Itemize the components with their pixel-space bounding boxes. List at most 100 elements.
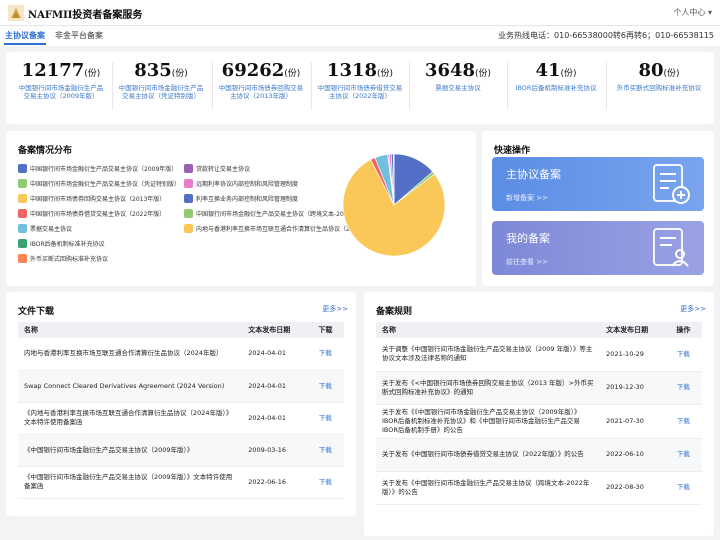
row-name: 关于发布《<中国银行间市场债券回购交易主协议（2013 年版）>外币买断式回购标… [376, 371, 601, 405]
table-row: 《中国银行间市场金融衍生产品交易主协议（2009年版）》文本特许使用备案函 202… [18, 466, 344, 499]
legend-color-swatch [18, 224, 27, 233]
column-header-download: 下载 [306, 322, 344, 338]
download-link[interactable]: 下载 [319, 414, 332, 422]
stat-value: 80(份) [638, 60, 680, 81]
legend-color-swatch [18, 254, 27, 263]
my-filings-card[interactable]: 我的备案 前往查看 >> [492, 221, 704, 275]
legend-color-swatch [184, 209, 193, 218]
row-date: 2024-04-01 [242, 370, 307, 403]
row-name: 《内地与香港利率互换市场互联互通合作清算衍生品协议（2024年版）》文本特许使用… [18, 402, 243, 435]
legend-item[interactable]: 中国银行间市场债券借贷交易主协议（2022年版） [18, 209, 165, 218]
stat-item[interactable]: 80(份) 外币买断式回购标准补充协议 [610, 60, 708, 118]
row-action-cell: 下载 [306, 402, 344, 435]
row-date: 2024-04-01 [242, 402, 307, 435]
download-link[interactable]: 下载 [319, 446, 332, 454]
row-name: 关于发布《中国银行间市场金融衍生产品交易主协议（跨境文本-2022年版）》的公告 [376, 471, 601, 505]
download-link[interactable]: 下载 [319, 382, 332, 390]
stat-label: 中国银行间市场金融衍生产品交易主协议（凭证特别版） [118, 84, 204, 100]
stat-label: 票据交易主协议 [435, 84, 481, 92]
row-name: 关于发布《中国银行间市场债券借贷交易主协议（2022年版）》的公告 [376, 438, 601, 472]
legend-label: 中国银行间市场金融衍生产品交易主协议（2009年版） [30, 166, 178, 173]
column-header-date: 文本发布日期 [242, 322, 307, 338]
row-action-cell: 下载 [664, 371, 702, 405]
legend-item[interactable]: IBOR后备机制标准补充协议 [18, 239, 105, 248]
quick-actions-title: 快速操作 [494, 146, 531, 156]
stat-item[interactable]: 41(份) IBOR后备机制标准补充协议 [507, 60, 605, 118]
stat-value: 1318(份) [326, 60, 394, 81]
download-link[interactable]: 下载 [677, 350, 690, 358]
document-add-icon [653, 164, 690, 204]
legend-label: IBOR后备机制标准补充协议 [30, 241, 105, 248]
file-download-more-link[interactable]: 更多>> [322, 304, 348, 314]
filing-rules-panel: 备案规则 更多>> 名称 文本发布日期 操作 关于调整《中国银行间市场金融衍生产… [364, 292, 714, 536]
legend-color-swatch [184, 179, 193, 188]
legend-label: 中国银行间市场金融衍生产品交易主协议（凭证特别版） [30, 181, 181, 188]
stat-item[interactable]: 3648(份) 票据交易主协议 [409, 60, 507, 118]
active-tab-indicator [4, 43, 46, 45]
legend-color-swatch [18, 164, 27, 173]
stat-label: 中国银行间市场债券借贷交易主协议（2022年版） [317, 84, 403, 100]
user-center-menu[interactable]: 个人中心 ▾ [673, 7, 712, 18]
legend-color-swatch [184, 224, 193, 233]
stat-label: 中国银行间市场债券回购交易主协议（2013年版） [218, 84, 304, 100]
view-filings-link[interactable]: 前往查看 >> [506, 257, 548, 267]
legend-label: 中国银行间市场债券借贷交易主协议（2022年版） [30, 211, 166, 218]
legend-item[interactable]: 中国银行间市场金融衍生产品交易主协议（凭证特别版） [18, 179, 180, 188]
table-row: 关于发布《中国银行间市场债券借贷交易主协议（2022年版）》的公告 2022-06… [376, 438, 702, 472]
new-filing-link[interactable]: 新增备案 >> [506, 193, 548, 203]
filing-rules-more-link[interactable]: 更多>> [680, 304, 706, 314]
legend-label: 中国银行间市场债券回购交易主协议（2013年版） [30, 196, 166, 203]
legend-label: 票据交易主协议 [30, 226, 73, 233]
legend-color-swatch [18, 194, 27, 203]
stat-item[interactable]: 12177(份) 中国银行间市场金融衍生产品交易主协议（2009年版） [12, 60, 110, 118]
table-row: 关于调整《中国银行间市场金融衍生产品交易主协议（2009 年版）》等主协议文本涉… [376, 338, 702, 372]
row-action-cell: 下载 [664, 438, 702, 472]
row-date: 2021-07-30 [600, 404, 665, 439]
column-header-date: 文本发布日期 [600, 322, 665, 338]
distribution-title: 备案情况分布 [18, 146, 73, 156]
download-link[interactable]: 下载 [677, 450, 690, 458]
legend-item[interactable]: 中国银行间市场债券回购交易主协议（2013年版） [18, 194, 165, 203]
stat-value: 41(份) [535, 60, 577, 81]
legend-color-swatch [18, 239, 27, 248]
download-link[interactable]: 下载 [677, 383, 690, 391]
row-action-cell: 下载 [664, 338, 702, 372]
table-row: Swap Connect Cleared Derivatives Agreeme… [18, 370, 344, 403]
stat-label: 外币买断式回购标准补充协议 [616, 84, 702, 92]
row-name: 《中国银行间市场金融衍生产品交易主协议（2009年版）》 [18, 434, 243, 467]
tab-main-agreement[interactable]: 主协议备案 [5, 30, 45, 41]
row-action-cell: 下载 [306, 338, 344, 371]
legend-item[interactable]: 中国银行间市场金融衍生产品交易主协议（2009年版） [18, 164, 177, 173]
row-action-cell: 下载 [306, 466, 344, 499]
column-header-action: 操作 [664, 322, 702, 338]
table-header-row: 名称 文本发布日期 操作 [376, 322, 702, 338]
table-row: 关于发布《<中国银行间市场债券回购交易主协议（2013 年版）>外币买断式回购标… [376, 371, 702, 405]
legend-item[interactable]: 远期利率协议内部控制和风险管理制度 [184, 179, 298, 188]
stat-item[interactable]: 1318(份) 中国银行间市场债券借贷交易主协议（2022年版） [311, 60, 409, 118]
legend-item[interactable]: 利率互换业务内部控制和风险管理制度 [184, 194, 298, 203]
main-agreement-filing-card[interactable]: 主协议备案 新增备案 >> [492, 157, 704, 211]
download-link[interactable]: 下载 [677, 483, 690, 491]
table-row: 《内地与香港利率互换市场互联互通合作清算衍生品协议（2024年版）》文本特许使用… [18, 402, 344, 435]
legend-item[interactable]: 贷款转让交易主协议 [184, 164, 250, 173]
tab-non-financial-platform[interactable]: 非金平台备案 [55, 30, 103, 41]
table-row: 内地与香港利率互换市场互联互通合作清算衍生品协议（2024年版） 2024-04-… [18, 338, 344, 371]
row-action-cell: 下载 [306, 370, 344, 403]
download-link[interactable]: 下载 [319, 349, 332, 357]
row-action-cell: 下载 [664, 471, 702, 505]
distribution-panel: 备案情况分布 中国银行间市场金融衍生产品交易主协议（2009年版） 中国银行间市场… [6, 131, 476, 286]
legend-label: 外币买断式回购标准补充协议 [30, 256, 109, 263]
legend-label: 远期利率协议内部控制和风险管理制度 [196, 181, 299, 188]
download-link[interactable]: 下载 [677, 417, 690, 425]
row-action-cell: 下载 [306, 434, 344, 467]
legend-item[interactable]: 票据交易主协议 [18, 224, 72, 233]
stat-label: IBOR后备机制标准补充协议 [515, 84, 597, 92]
legend-item[interactable]: 外币买断式回购标准补充协议 [18, 254, 108, 263]
download-link[interactable]: 下载 [319, 478, 332, 486]
stat-item[interactable]: 835(份) 中国银行间市场金融衍生产品交易主协议（凭证特别版） [112, 60, 210, 118]
stat-item[interactable]: 69262(份) 中国银行间市场债券回购交易主协议（2013年版） [212, 60, 310, 118]
nafmii-logo-icon[interactable] [8, 5, 24, 21]
table-row: 关于发布《中国银行间市场金融衍生产品交易主协议（跨境文本-2022年版）》的公告… [376, 471, 702, 505]
row-date: 2009-03-16 [242, 434, 307, 467]
stat-divider [606, 62, 607, 110]
